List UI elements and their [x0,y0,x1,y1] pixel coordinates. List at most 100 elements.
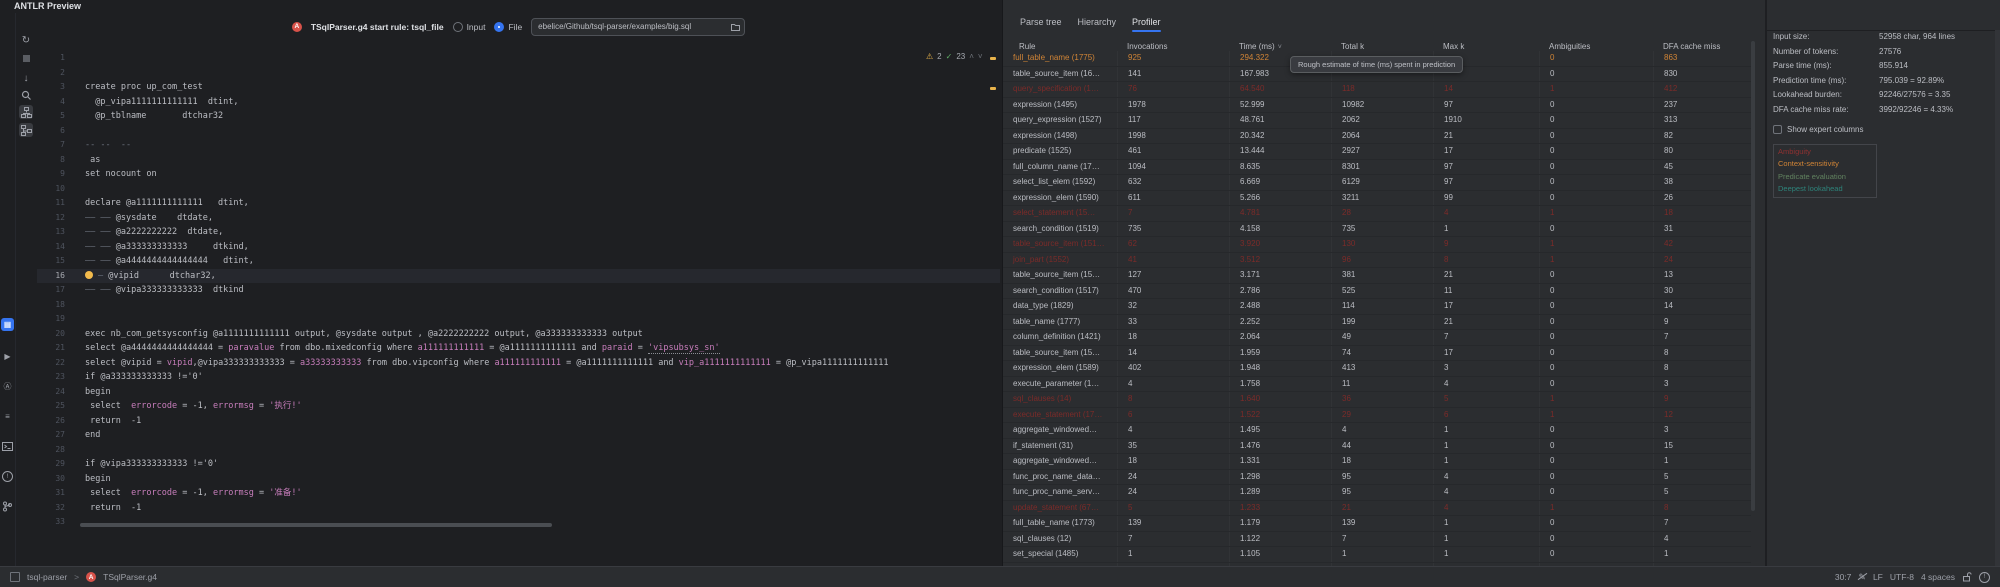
terminal-icon[interactable] [1,440,14,453]
profiler-row[interactable]: search_condition (1517)4702.78652511030 [1003,284,1751,300]
profiler-row[interactable]: func_proc_name_serv…241.28995405 [1003,485,1751,501]
search-icon[interactable] [19,88,33,102]
antlr-tool-icon[interactable]: Ⓐ [1,380,14,393]
code-line[interactable]: —— —— @sysdate dtdate, [65,211,213,226]
tab-parse-tree[interactable]: Parse tree [1020,17,1062,32]
code-line[interactable]: if @a333333333333 !='0' [65,370,203,385]
profiler-row[interactable]: expression_elem (1590)6115.266321199026 [1003,191,1751,207]
profiler-row[interactable]: func_proc_name_data…241.29895405 [1003,470,1751,486]
checkbox-unchecked-icon[interactable] [1773,125,1782,134]
profiler-row[interactable]: set_special (1485)11.1051101 [1003,547,1751,563]
code-line[interactable]: as [65,153,100,168]
browse-file-icon[interactable] [731,23,740,31]
lock-open-icon[interactable] [1962,572,1972,582]
git-branch-icon[interactable] [1,500,14,513]
jump-to-source-icon[interactable]: ↓ [19,71,33,85]
profiler-row[interactable]: data_type (1829)322.48811417014 [1003,299,1751,315]
error-stripe-mark[interactable] [990,87,996,90]
profiler-row[interactable]: expression_elem (1589)4021.948413308 [1003,361,1751,377]
code-line[interactable]: begin [65,472,111,487]
profiler-row[interactable]: full_table_name (1773)1391.179139107 [1003,516,1751,532]
panel-scrollbar[interactable] [1995,30,2000,566]
code-line[interactable]: return -1 [65,414,141,429]
code-line[interactable] [65,443,85,458]
parse-tree-icon[interactable] [19,123,33,137]
profiler-row[interactable]: update_statement (67…51.23321418 [1003,501,1751,517]
profiler-row[interactable]: query_specification (1…7664.540118141412 [1003,82,1751,98]
code-line[interactable]: -- -- -- [65,138,131,153]
inspections-widget[interactable]: ⚠ 2 ✓ 23 ˄ ˅ [926,52,983,61]
code-line[interactable] [65,298,85,313]
code-line[interactable]: if @vipa333333333333 !='0' [65,457,218,472]
profiler-row[interactable]: table_name (1777)332.2521992109 [1003,315,1751,331]
radio-unselected-icon[interactable] [453,22,463,32]
window-icon[interactable] [10,572,20,582]
profiler-row[interactable]: column_definition (1421)182.06449707 [1003,330,1751,346]
profiler-row[interactable]: if_statement (31)351.476441015 [1003,439,1751,455]
next-problem-icon[interactable]: ˅ [978,52,983,61]
error-stripe-mark[interactable] [990,57,996,60]
profiler-row[interactable]: select_list_elem (1592)6326.669612997038 [1003,175,1751,191]
code-line[interactable]: select @a4444444444444444 = paravalue fr… [65,341,720,356]
profiler-row[interactable]: join_part (1552)413.512968124 [1003,253,1751,269]
profiler-row[interactable]: table_source_item (151…623.9201309142 [1003,237,1751,253]
code-line[interactable]: select @vipid = vipid,@vipa333333333333 … [65,356,889,371]
breadcrumb-project[interactable]: tsql-parser [27,572,67,582]
code-line[interactable] [65,312,85,327]
profiler-row[interactable]: sql_clauses (14)81.64036519 [1003,392,1751,408]
profiler-row[interactable]: expression (1495)197852.99910982970237 [1003,98,1751,114]
profiler-row[interactable]: sql_clauses (12)71.1227104 [1003,532,1751,548]
profiler-row[interactable]: execute_statement (17…61.522296112 [1003,408,1751,424]
profiler-row[interactable]: execute_parameter (1…41.75811403 [1003,377,1751,393]
code-line[interactable]: —— —— @vipa333333333333 dtkind [65,283,244,298]
code-line[interactable]: end [65,428,100,443]
profiler-row[interactable]: aggregate_windowed…41.4954103 [1003,423,1751,439]
file-radio[interactable]: File [494,22,522,32]
editor-horizontal-scrollbar[interactable] [80,523,552,527]
run-icon[interactable]: ▶ [1,350,14,363]
profiler-row[interactable]: predicate (1525)46113.444292717080 [1003,144,1751,160]
profiler-icon[interactable] [19,105,33,119]
code-line[interactable]: @p_vipa1111111111111 dtint, [65,95,239,110]
code-line[interactable]: —— —— @a4444444444444444 dtint, [65,254,254,269]
profiler-row[interactable]: table_source_item (15…141.959741708 [1003,346,1751,362]
profiler-row[interactable]: search_condition (1519)7354.1587351031 [1003,222,1751,238]
layers-icon[interactable]: ≡ [1,410,14,423]
code-line[interactable] [65,182,85,197]
code-line[interactable]: @p_tblname dtchar32 [65,109,223,124]
refresh-icon[interactable]: ↻ [19,33,33,47]
problems-icon[interactable]: ! [1,470,14,483]
antlr-preview-icon[interactable]: ▦ [1,318,14,331]
profiler-row[interactable]: table_source_item (15…1273.17138121013 [1003,268,1751,284]
profiler-row[interactable]: select_statement (15…74.781284118 [1003,206,1751,222]
code-line[interactable]: select errorcode = -1, errormsg = '执行!' [65,399,302,414]
code-line[interactable]: exec nb_com_getsysconfig @a1111111111111… [65,327,643,342]
code-line[interactable]: begin [65,385,111,400]
profiler-row[interactable]: expression (1498)199820.342206421082 [1003,129,1751,145]
file-path-field[interactable]: ebelice/Github/tsql-parser/examples/big.… [531,18,745,36]
code-line[interactable]: create proc up_com_test [65,80,203,95]
line-ending[interactable]: LF [1873,572,1883,582]
code-editor[interactable]: 123create proc up_com_test4 @p_vipa11111… [37,40,1000,565]
show-expert-columns-row[interactable]: Show expert columns [1773,122,1997,138]
caret-position[interactable]: 30:7 [1835,572,1852,582]
profiler-row[interactable]: aggregate_windowed…181.33118101 [1003,454,1751,470]
breadcrumb-file[interactable]: TSqlParser.g4 [103,572,157,582]
tab-hierarchy[interactable]: Hierarchy [1078,17,1117,32]
no-edit-icon[interactable]: ✎ [1858,572,1866,583]
radio-selected-icon[interactable] [494,22,504,32]
input-radio[interactable]: Input [453,22,486,32]
code-line[interactable]: —— —— @a333333333333 dtkind, [65,240,249,255]
stop-icon[interactable] [19,51,33,65]
code-line[interactable]: —— —— @a2222222222 dtdate, [65,225,223,240]
profiler-row[interactable]: full_column_name (17…10948.635830197045 [1003,160,1751,176]
code-line[interactable]: — @vipid dtchar32, [65,269,216,284]
code-line[interactable] [65,51,85,66]
table-vertical-scrollbar[interactable] [1751,41,1755,511]
code-line[interactable]: declare @a1111111111111 dtint, [65,196,249,211]
code-line[interactable] [65,66,85,81]
code-line[interactable] [65,124,85,139]
intention-bulb-icon[interactable] [85,271,93,279]
code-line[interactable]: set nocount on [65,167,157,182]
encoding[interactable]: UTF-8 [1890,572,1914,582]
